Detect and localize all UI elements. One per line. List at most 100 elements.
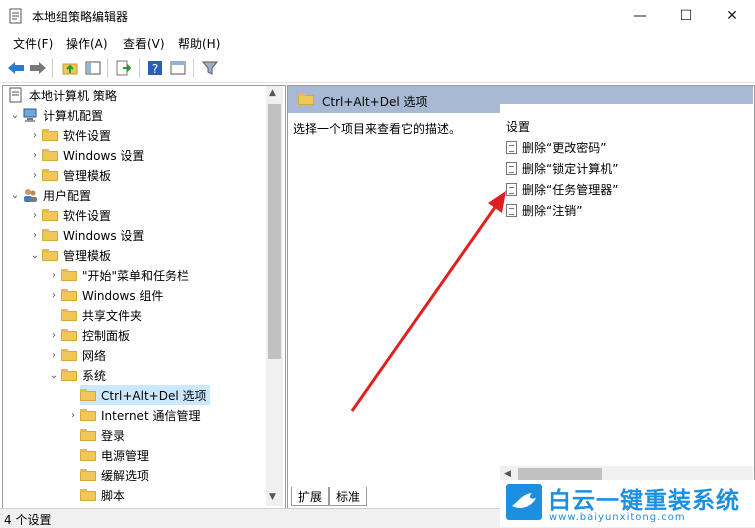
tree-item-user-admin-templates[interactable]: ⌄ 管理模板 <box>28 245 111 265</box>
tree-label: 脚本 <box>101 488 126 503</box>
tree-label: 软件设置 <box>63 128 112 143</box>
chevron-right-icon[interactable]: › <box>66 408 80 422</box>
minimize-button[interactable]: — <box>617 0 663 31</box>
folder-icon <box>80 429 96 441</box>
tree-item-network[interactable]: › 网络 <box>47 345 106 365</box>
back-arrow-icon[interactable] <box>6 58 26 78</box>
chevron-right-icon[interactable]: › <box>47 328 61 342</box>
tab-label: 标准 <box>336 489 361 504</box>
users-icon <box>24 189 37 202</box>
chevron-down-icon[interactable]: ⌄ <box>47 368 61 382</box>
folder-icon <box>42 129 58 141</box>
folder-icon <box>61 309 77 321</box>
chevron-right-icon[interactable]: › <box>28 228 42 242</box>
tree-item-software-settings[interactable]: › 软件设置 <box>28 125 111 145</box>
folder-icon <box>61 289 77 301</box>
menu-view[interactable]: 查看(V) <box>123 35 165 52</box>
setting-remove-task-manager[interactable]: 删除“任务管理器” <box>506 180 618 198</box>
export-icon[interactable] <box>113 58 133 78</box>
chevron-right-icon[interactable]: › <box>28 148 42 162</box>
folder-icon <box>80 389 96 401</box>
tree-label: Windows 组件 <box>82 288 164 303</box>
tree-label: 网络 <box>82 348 107 363</box>
tree-label: Windows 设置 <box>63 148 145 163</box>
policy-setting-icon <box>506 161 517 175</box>
folder-icon <box>298 93 314 105</box>
menu-action[interactable]: 操作(A) <box>66 35 108 52</box>
up-folder-icon[interactable] <box>60 58 80 78</box>
setting-label: 删除“锁定计算机” <box>522 161 619 176</box>
help-icon[interactable]: ? <box>145 58 165 78</box>
tree-item-internet-comm[interactable]: › Internet 通信管理 <box>66 405 200 425</box>
chevron-right-icon[interactable]: › <box>47 348 61 362</box>
menu-file[interactable]: 文件(F) <box>13 35 53 52</box>
chevron-right-icon[interactable]: › <box>47 288 61 302</box>
tree-item-user-windows-settings[interactable]: › Windows 设置 <box>28 225 144 245</box>
tree-label: 管理模板 <box>63 168 112 183</box>
setting-remove-lock-computer[interactable]: 删除“锁定计算机” <box>506 159 618 177</box>
tree-item-windows-components[interactable]: › Windows 组件 <box>47 285 163 305</box>
tree-item-user-config[interactable]: ⌄ 用户配置 <box>8 185 91 205</box>
maximize-button[interactable]: ☐ <box>663 0 709 31</box>
tree-root[interactable]: 本地计算机 策略 <box>8 85 117 105</box>
chevron-right-icon[interactable]: › <box>28 208 42 222</box>
tree-item-user-software-settings[interactable]: › 软件设置 <box>28 205 111 225</box>
scroll-down-icon[interactable]: ▼ <box>269 492 276 502</box>
chevron-right-icon[interactable]: › <box>28 168 42 182</box>
chevron-down-icon[interactable]: ⌄ <box>8 108 22 122</box>
properties-icon[interactable] <box>168 58 188 78</box>
folder-icon <box>61 369 77 381</box>
folder-icon <box>42 149 58 161</box>
chevron-down-icon[interactable]: ⌄ <box>28 248 42 262</box>
tree-item-admin-templates[interactable]: › 管理模板 <box>28 165 111 185</box>
tree-item-windows-settings[interactable]: › Windows 设置 <box>28 145 144 165</box>
policy-editor-icon <box>9 8 22 24</box>
scroll-up-icon[interactable]: ▲ <box>269 88 276 98</box>
chevron-right-icon[interactable]: › <box>28 128 42 142</box>
show-tree-icon[interactable] <box>83 58 103 78</box>
toolbar-separator <box>139 58 140 78</box>
setting-label: 删除“更改密码” <box>522 140 607 155</box>
setting-remove-change-password[interactable]: 删除“更改密码” <box>506 138 606 156</box>
tree-root-label: 本地计算机 策略 <box>29 88 117 103</box>
svg-text:?: ? <box>152 62 158 76</box>
tree-label: "开始"菜单和任务栏 <box>82 268 190 283</box>
close-button[interactable]: ✕ <box>709 0 755 31</box>
scroll-left-icon[interactable]: ◀ <box>504 469 511 479</box>
tree-label: 控制面板 <box>82 328 131 343</box>
tree-label: 缓解选项 <box>101 468 150 483</box>
folder-icon <box>42 229 58 241</box>
tree-item-scripts[interactable]: 脚本 <box>80 485 125 505</box>
watermark-title: 白云一键重装系统 <box>548 488 740 514</box>
chevron-right-icon[interactable]: › <box>47 268 61 282</box>
tree-label: 用户配置 <box>43 188 92 203</box>
tree-item-system[interactable]: ⌄ 系统 <box>47 365 106 385</box>
settings-column-header[interactable]: 设置 <box>506 118 530 135</box>
tab-standard[interactable]: 标准 <box>329 487 368 506</box>
menu-help[interactable]: 帮助(H) <box>178 35 220 52</box>
folder-icon <box>42 209 58 221</box>
tree-label: 管理模板 <box>63 248 112 263</box>
chevron-down-icon[interactable]: ⌄ <box>8 188 22 202</box>
tree-label: 计算机配置 <box>43 108 104 123</box>
tree-item-ctrl-alt-del-options[interactable]: Ctrl+Alt+Del 选项 <box>80 385 211 405</box>
tree-item-power-management[interactable]: 电源管理 <box>80 445 149 465</box>
menu-bar <box>0 31 755 53</box>
folder-icon <box>80 469 96 481</box>
folder-icon <box>61 329 77 341</box>
forward-arrow-icon[interactable] <box>28 58 48 78</box>
tree-item-computer-config[interactable]: ⌄ 计算机配置 <box>8 105 103 125</box>
tree-item-start-menu[interactable]: › "开始"菜单和任务栏 <box>47 265 189 285</box>
tree-item-mitigation-options[interactable]: 缓解选项 <box>80 465 149 485</box>
tree-item-control-panel[interactable]: › 控制面板 <box>47 325 130 345</box>
tree-label: 系统 <box>82 368 107 383</box>
toolbar-separator <box>107 58 108 78</box>
tree-item-logon[interactable]: 登录 <box>80 425 125 445</box>
policy-setting-icon <box>506 140 517 154</box>
tab-extended[interactable]: 扩展 <box>291 487 330 506</box>
filter-icon[interactable] <box>200 58 220 78</box>
tree-label: 软件设置 <box>63 208 112 223</box>
tree-item-shared-folders[interactable]: 共享文件夹 <box>47 305 142 325</box>
scrollbar-thumb[interactable] <box>268 104 281 359</box>
folder-icon <box>42 169 58 181</box>
